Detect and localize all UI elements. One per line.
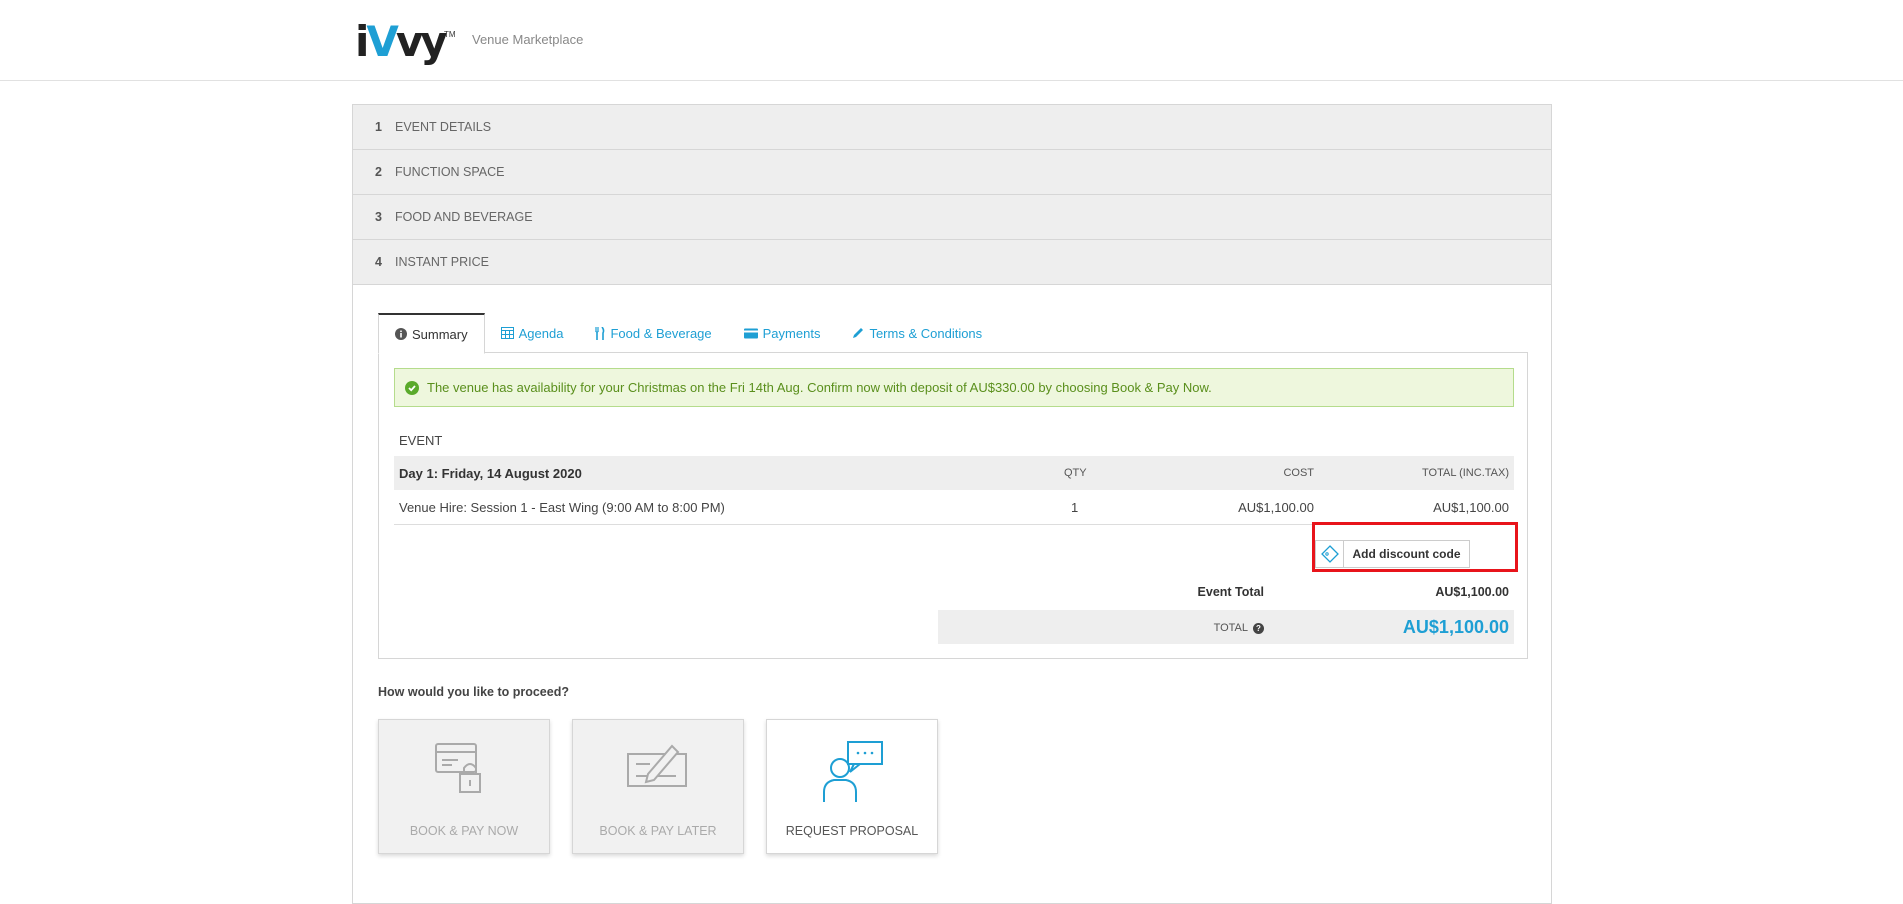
tab-summary[interactable]: Summary	[378, 313, 485, 354]
event-total-row: Event Total AU$1,100.00	[938, 575, 1514, 605]
discount-highlight-box	[1312, 522, 1518, 572]
calendar-icon	[500, 327, 514, 339]
step-label: EVENT DETAILS	[395, 120, 492, 134]
summary-panel: The venue has availability for your Chri…	[378, 352, 1528, 659]
book-pay-later-option[interactable]: BOOK & PAY LATER	[572, 719, 744, 854]
step-event-details[interactable]: 1 EVENT DETAILS	[353, 105, 1551, 150]
logo-trademark: TM	[444, 30, 456, 39]
step-label: FUNCTION SPACE	[395, 165, 505, 179]
step-label: FOOD AND BEVERAGE	[395, 210, 533, 224]
request-proposal-option[interactable]: REQUEST PROPOSAL	[766, 719, 938, 854]
grand-total-label-group: TOTAL ?	[1214, 622, 1264, 634]
step-label: INSTANT PRICE	[395, 255, 489, 269]
alert-text: The venue has availability for your Chri…	[427, 380, 1212, 395]
event-total-label: Event Total	[1197, 585, 1264, 599]
tab-agenda[interactable]: Agenda	[485, 313, 580, 353]
step-instant-price[interactable]: 4 INSTANT PRICE	[353, 240, 1551, 285]
day-heading: Day 1: Friday, 14 August 2020	[399, 466, 582, 481]
fork-knife-icon	[595, 326, 605, 340]
step-number: 1	[375, 120, 382, 134]
ivvy-logo[interactable]: iVvy TM	[355, 17, 456, 66]
availability-alert: The venue has availability for your Chri…	[394, 368, 1514, 407]
tab-label: Terms & Conditions	[869, 325, 983, 341]
site-subtitle: Venue Marketplace	[472, 32, 584, 47]
step-number: 4	[375, 255, 382, 269]
item-cost: AU$1,100.00	[1238, 500, 1314, 515]
book-pay-now-option[interactable]: BOOK & PAY NOW	[378, 719, 550, 854]
event-total-value: AU$1,100.00	[1435, 585, 1509, 599]
tab-payments[interactable]: Payments	[728, 313, 837, 353]
logo-wordmark: iVvy	[355, 17, 448, 66]
check-circle-icon	[405, 380, 419, 395]
table-row: Venue Hire: Session 1 - East Wing (9:00 …	[394, 490, 1514, 525]
credit-card-icon	[743, 328, 758, 339]
step-number: 2	[375, 165, 382, 179]
option-label: REQUEST PROPOSAL	[785, 824, 919, 838]
option-label: BOOK & PAY LATER	[599, 824, 717, 838]
proceed-question: How would you like to proceed?	[378, 685, 569, 699]
question-icon[interactable]: ?	[1253, 622, 1264, 634]
item-total: AU$1,100.00	[1433, 500, 1509, 515]
tab-label: Payments	[762, 325, 821, 341]
grand-total-row: TOTAL ? AU$1,100.00	[938, 610, 1514, 644]
tab-food-beverage[interactable]: Food & Beverage	[579, 313, 727, 353]
booking-wizard: 1 EVENT DETAILS 2 FUNCTION SPACE 3 FOOD …	[352, 104, 1552, 904]
tab-label: Summary	[412, 326, 468, 342]
tab-label: Food & Beverage	[610, 325, 712, 341]
step-number: 3	[375, 210, 382, 224]
info-icon	[395, 328, 407, 340]
item-description: Venue Hire: Session 1 - East Wing (9:00 …	[399, 500, 725, 515]
event-section-label: EVENT	[399, 433, 443, 448]
summary-tabs: Summary Agenda Food & Beverage Payments …	[378, 313, 998, 354]
tab-label: Agenda	[518, 325, 564, 341]
item-qty: 1	[1071, 500, 1079, 515]
grand-total-value: AU$1,100.00	[1402, 617, 1509, 637]
qty-header: QTY	[1064, 467, 1087, 479]
top-bar: iVvy TM Venue Marketplace	[0, 0, 1903, 81]
pen-icon	[852, 327, 864, 339]
cost-header: COST	[1283, 467, 1314, 479]
table-header: Day 1: Friday, 14 August 2020 QTY COST T…	[394, 456, 1514, 490]
tab-terms-conditions[interactable]: Terms & Conditions	[836, 313, 998, 353]
option-label: BOOK & PAY NOW	[409, 824, 519, 838]
step-food-and-beverage[interactable]: 3 FOOD AND BEVERAGE	[353, 195, 1551, 240]
step-function-space[interactable]: 2 FUNCTION SPACE	[353, 150, 1551, 195]
total-header: TOTAL (INC.TAX)	[1422, 467, 1509, 479]
grand-total-label: TOTAL	[1213, 622, 1248, 634]
